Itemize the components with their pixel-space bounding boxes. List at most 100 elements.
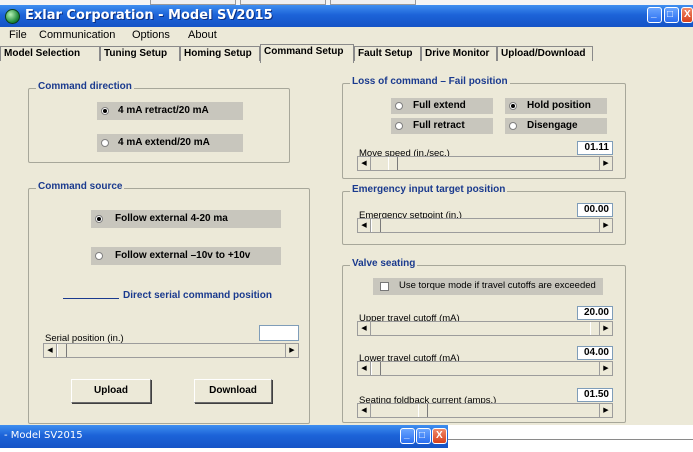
menu-options[interactable]: Options bbox=[132, 29, 170, 41]
radio-label: Hold position bbox=[527, 100, 591, 111]
scroll-right-arrow-icon[interactable]: ▶ bbox=[599, 322, 612, 335]
command-setup-panel: Command direction 4 mA retract/20 mA 4 m… bbox=[0, 62, 693, 425]
radio-button-icon bbox=[95, 252, 103, 260]
taskbar-close-button[interactable]: X bbox=[432, 428, 447, 444]
upload-button[interactable]: Upload bbox=[71, 379, 151, 403]
radio-4ma-extend[interactable]: 4 mA extend/20 mA bbox=[97, 134, 243, 152]
scroll-right-arrow-icon[interactable]: ▶ bbox=[599, 157, 612, 170]
serial-position-slider[interactable]: ◀ ▶ bbox=[43, 343, 299, 358]
foldback-current-slider[interactable]: ◀ ▶ bbox=[357, 403, 613, 418]
radio-label: Full retract bbox=[413, 120, 465, 131]
radio-full-extend[interactable]: Full extend bbox=[391, 98, 493, 114]
torque-mode-label: Use torque mode if travel cutoffs are ex… bbox=[399, 280, 596, 291]
scroll-right-arrow-icon[interactable]: ▶ bbox=[285, 344, 298, 357]
scroll-left-arrow-icon[interactable]: ◀ bbox=[44, 344, 57, 357]
radio-label: Full extend bbox=[413, 100, 466, 111]
taskbar-window[interactable]: - Model SV2015 _ □ X bbox=[0, 425, 448, 448]
close-icon: X bbox=[684, 9, 691, 20]
command-direction-group: Command direction 4 mA retract/20 mA 4 m… bbox=[28, 81, 290, 163]
menu-communication[interactable]: Communication bbox=[39, 29, 115, 41]
scroll-left-arrow-icon[interactable]: ◀ bbox=[358, 404, 371, 417]
move-speed-slider[interactable]: ◀ ▶ bbox=[357, 156, 613, 171]
scroll-right-arrow-icon[interactable]: ▶ bbox=[599, 404, 612, 417]
emergency-group: Emergency input target position Emergenc… bbox=[342, 184, 626, 245]
radio-button-icon bbox=[101, 139, 109, 147]
menu-about[interactable]: About bbox=[188, 29, 217, 41]
taskbar-minimize-button[interactable]: _ bbox=[400, 428, 415, 444]
tab-command-setup[interactable]: Command Setup bbox=[260, 44, 354, 63]
lower-cutoff-slider[interactable]: ◀ ▶ bbox=[357, 361, 613, 376]
radio-label: Follow external 4-20 ma bbox=[115, 213, 228, 224]
command-direction-title: Command direction bbox=[36, 81, 134, 92]
radio-button-icon bbox=[95, 215, 103, 223]
minimize-button[interactable]: _ bbox=[647, 7, 662, 23]
radio-button-icon bbox=[101, 107, 109, 115]
title-bar: Exlar Corporation - Model SV2015 _ □ X bbox=[0, 5, 693, 27]
radio-label: Disengage bbox=[527, 120, 578, 131]
upper-cutoff-slider[interactable]: ◀ ▶ bbox=[357, 321, 613, 336]
serial-heading: Direct serial command position bbox=[123, 290, 272, 301]
move-speed-value[interactable]: 01.11 bbox=[577, 141, 613, 155]
download-button[interactable]: Download bbox=[194, 379, 272, 403]
valve-seating-title: Valve seating bbox=[350, 258, 418, 269]
tab-homing-setup[interactable]: Homing Setup bbox=[180, 46, 260, 61]
window-title: Exlar Corporation - Model SV2015 bbox=[25, 8, 273, 23]
menu-file[interactable]: File bbox=[9, 29, 27, 41]
scroll-right-arrow-icon[interactable]: ▶ bbox=[599, 362, 612, 375]
minimize-icon: _ bbox=[404, 429, 410, 440]
tab-drive-monitor[interactable]: Drive Monitor bbox=[421, 46, 497, 61]
serial-heading-rule bbox=[63, 298, 119, 299]
radio-button-icon bbox=[509, 122, 517, 130]
scroll-thumb[interactable] bbox=[388, 157, 398, 170]
tab-model-selection[interactable]: Model Selection bbox=[0, 46, 100, 61]
foldback-current-value[interactable]: 01.50 bbox=[577, 388, 613, 402]
scroll-left-arrow-icon[interactable]: ◀ bbox=[358, 322, 371, 335]
radio-button-icon bbox=[509, 102, 517, 110]
app-icon bbox=[5, 9, 20, 24]
menu-bar: File Communication Options About bbox=[0, 27, 693, 44]
scroll-thumb[interactable] bbox=[371, 219, 381, 232]
radio-label: Follow external –10v to +10v bbox=[115, 250, 251, 261]
scroll-left-arrow-icon[interactable]: ◀ bbox=[358, 157, 371, 170]
taskbar-maximize-button[interactable]: □ bbox=[416, 428, 431, 444]
torque-mode-option[interactable]: Use torque mode if travel cutoffs are ex… bbox=[373, 278, 603, 295]
taskbar-title: - Model SV2015 bbox=[4, 430, 83, 441]
tab-strip: Model Selection Tuning Setup Homing Setu… bbox=[0, 44, 693, 63]
radio-disengage[interactable]: Disengage bbox=[505, 118, 607, 134]
radio-label: 4 mA extend/20 mA bbox=[118, 137, 210, 148]
close-button[interactable]: X bbox=[681, 7, 693, 23]
scroll-right-arrow-icon[interactable]: ▶ bbox=[599, 219, 612, 232]
radio-full-retract[interactable]: Full retract bbox=[391, 118, 493, 134]
scroll-thumb[interactable] bbox=[371, 362, 381, 375]
command-source-group: Command source Follow external 4-20 ma F… bbox=[28, 181, 310, 424]
command-source-title: Command source bbox=[36, 181, 125, 192]
radio-button-icon bbox=[395, 102, 403, 110]
loss-of-command-group: Loss of command – Fail position Full ext… bbox=[342, 76, 626, 179]
emergency-title: Emergency input target position bbox=[350, 184, 508, 195]
maximize-icon: □ bbox=[419, 430, 426, 441]
lower-cutoff-value[interactable]: 04.00 bbox=[577, 346, 613, 360]
serial-position-input[interactable] bbox=[259, 325, 299, 341]
upper-cutoff-value[interactable]: 20.00 bbox=[577, 306, 613, 320]
maximize-icon: □ bbox=[667, 9, 674, 20]
torque-mode-checkbox[interactable] bbox=[380, 282, 389, 291]
status-divider bbox=[448, 439, 693, 440]
scroll-thumb[interactable] bbox=[418, 404, 428, 417]
scroll-left-arrow-icon[interactable]: ◀ bbox=[358, 219, 371, 232]
radio-follow-4-20ma[interactable]: Follow external 4-20 ma bbox=[91, 210, 281, 228]
emergency-setpoint-value[interactable]: 00.00 bbox=[577, 203, 613, 217]
radio-hold-position[interactable]: Hold position bbox=[505, 98, 607, 114]
tab-fault-setup[interactable]: Fault Setup bbox=[354, 46, 421, 61]
radio-follow-10v[interactable]: Follow external –10v to +10v bbox=[91, 247, 281, 265]
tab-tuning-setup[interactable]: Tuning Setup bbox=[100, 46, 180, 61]
maximize-button[interactable]: □ bbox=[664, 7, 679, 23]
scroll-thumb[interactable] bbox=[57, 344, 67, 357]
scroll-left-arrow-icon[interactable]: ◀ bbox=[358, 362, 371, 375]
valve-seating-group: Valve seating Use torque mode if travel … bbox=[342, 258, 626, 423]
radio-4ma-retract[interactable]: 4 mA retract/20 mA bbox=[97, 102, 243, 120]
radio-button-icon bbox=[395, 122, 403, 130]
tab-upload-download[interactable]: Upload/Download bbox=[497, 46, 593, 61]
close-icon: X bbox=[436, 430, 443, 441]
emergency-setpoint-slider[interactable]: ◀ ▶ bbox=[357, 218, 613, 233]
minimize-icon: _ bbox=[651, 8, 657, 19]
